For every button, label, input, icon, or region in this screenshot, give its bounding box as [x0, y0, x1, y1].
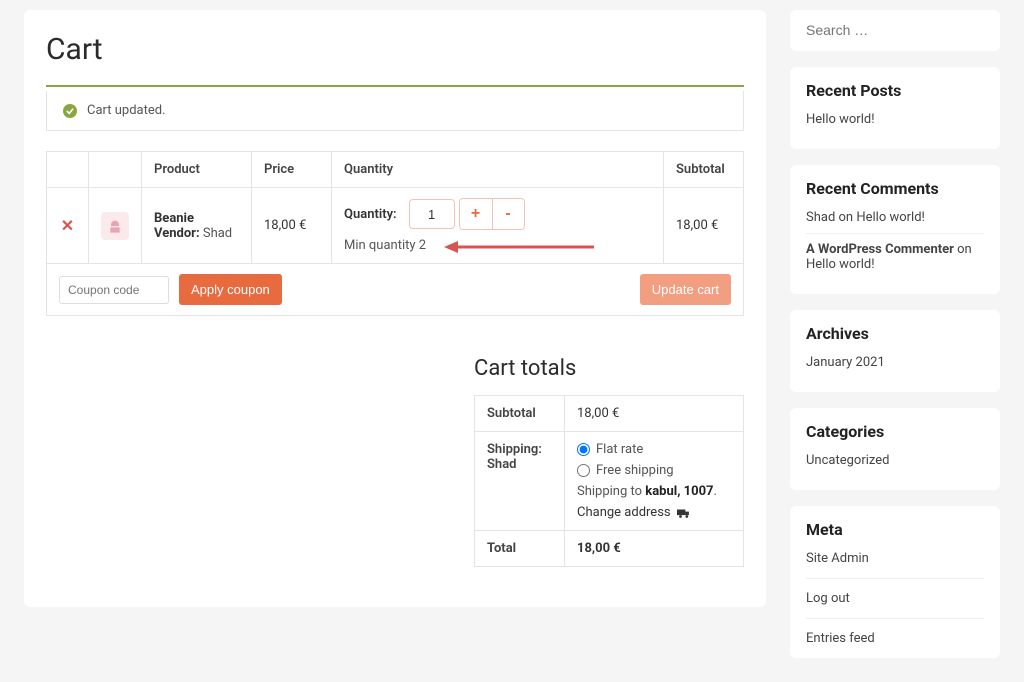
cart-totals-title: Cart totals [474, 356, 744, 381]
comment-post-link[interactable]: Hello world! [856, 210, 925, 225]
category-link[interactable]: Uncategorized [806, 453, 889, 468]
flat-rate-radio[interactable] [577, 443, 590, 456]
cart-actions-row: Apply coupon Update cart [47, 264, 744, 316]
col-subtotal: Subtotal [664, 152, 744, 188]
col-thumb [89, 152, 142, 188]
archives-widget: Archives January 2021 [790, 310, 1000, 392]
recent-posts-widget: Recent Posts Hello world! [790, 67, 1000, 149]
flat-rate-label: Flat rate [596, 442, 643, 457]
categories-title: Categories [806, 422, 984, 441]
product-name[interactable]: Beanie [154, 211, 239, 226]
meta-link-site-admin[interactable]: Site Admin [806, 551, 869, 566]
comment-author-link[interactable]: Shad [806, 210, 835, 225]
meta-title: Meta [806, 520, 984, 539]
cart-row: ✕ Beanie Vendor: Shad 18,00 € [47, 188, 744, 264]
remove-item-button[interactable]: ✕ [61, 216, 74, 235]
title-divider [46, 85, 744, 87]
product-thumbnail[interactable] [101, 212, 129, 240]
min-qty-note: Min quantity 2 [344, 238, 426, 253]
archives-title: Archives [806, 324, 984, 343]
recent-comments-widget: Recent Comments Shad on Hello world! A W… [790, 165, 1000, 294]
cart-table: Product Price Quantity Subtotal ✕ [46, 151, 744, 316]
recent-post-link[interactable]: Hello world! [806, 112, 875, 127]
main-content: Cart Cart updated. Product Price Quantit… [24, 10, 766, 607]
annotation-arrow-icon [444, 240, 594, 254]
truck-icon [677, 507, 691, 519]
recent-comment-item: A WordPress Commenter on Hello world! [806, 233, 984, 280]
shipping-destination: kabul, 1007 [645, 484, 713, 499]
meta-link-entries-feed[interactable]: Entries feed [806, 631, 875, 646]
subtotal-value: 18,00 € [565, 396, 744, 432]
qty-input[interactable] [409, 199, 455, 229]
vendor-name: Shad [203, 226, 232, 241]
comment-post-link[interactable]: Hello world! [806, 257, 875, 272]
col-remove [47, 152, 89, 188]
free-shipping-radio[interactable] [577, 464, 590, 477]
free-shipping-label: Free shipping [596, 463, 674, 478]
check-icon [63, 104, 77, 118]
total-value: 18,00 € [565, 531, 744, 567]
col-product: Product [142, 152, 252, 188]
change-address-label: Change address [577, 505, 671, 520]
meta-link-logout[interactable]: Log out [806, 591, 850, 606]
meta-widget: Meta Site Admin Log out Entries feed [790, 506, 1000, 658]
shipping-label: Shipping: Shad [475, 432, 565, 531]
qty-minus-button[interactable]: - [492, 199, 524, 229]
qty-plus-button[interactable]: + [460, 199, 492, 229]
item-price: 18,00 € [252, 188, 332, 264]
col-quantity: Quantity [332, 152, 664, 188]
recent-comments-title: Recent Comments [806, 179, 984, 198]
qty-label: Quantity: [344, 207, 397, 222]
update-cart-button[interactable]: Update cart [640, 274, 731, 305]
apply-coupon-button[interactable]: Apply coupon [179, 274, 282, 305]
total-label: Total [475, 531, 565, 567]
sidebar: Recent Posts Hello world! Recent Comment… [790, 10, 1000, 658]
cart-notice: Cart updated. [46, 91, 744, 131]
notice-text: Cart updated. [87, 103, 166, 118]
page-title: Cart [46, 32, 744, 67]
col-price: Price [252, 152, 332, 188]
comment-author-link[interactable]: A WordPress Commenter [806, 242, 954, 257]
recent-posts-title: Recent Posts [806, 81, 984, 100]
search-widget [790, 10, 1000, 51]
search-input[interactable] [806, 22, 984, 38]
coupon-input[interactable] [59, 276, 169, 304]
archive-link[interactable]: January 2021 [806, 355, 885, 370]
subtotal-label: Subtotal [475, 396, 565, 432]
cart-totals: Cart totals Subtotal 18,00 € Shipping: S… [474, 356, 744, 567]
shipping-to-prefix: Shipping to [577, 484, 645, 499]
recent-comment-item: Shad on Hello world! [806, 210, 984, 233]
item-subtotal: 18,00 € [664, 188, 744, 264]
change-address-link[interactable]: Change address [577, 505, 731, 520]
vendor-label: Vendor: [154, 226, 200, 241]
categories-widget: Categories Uncategorized [790, 408, 1000, 490]
